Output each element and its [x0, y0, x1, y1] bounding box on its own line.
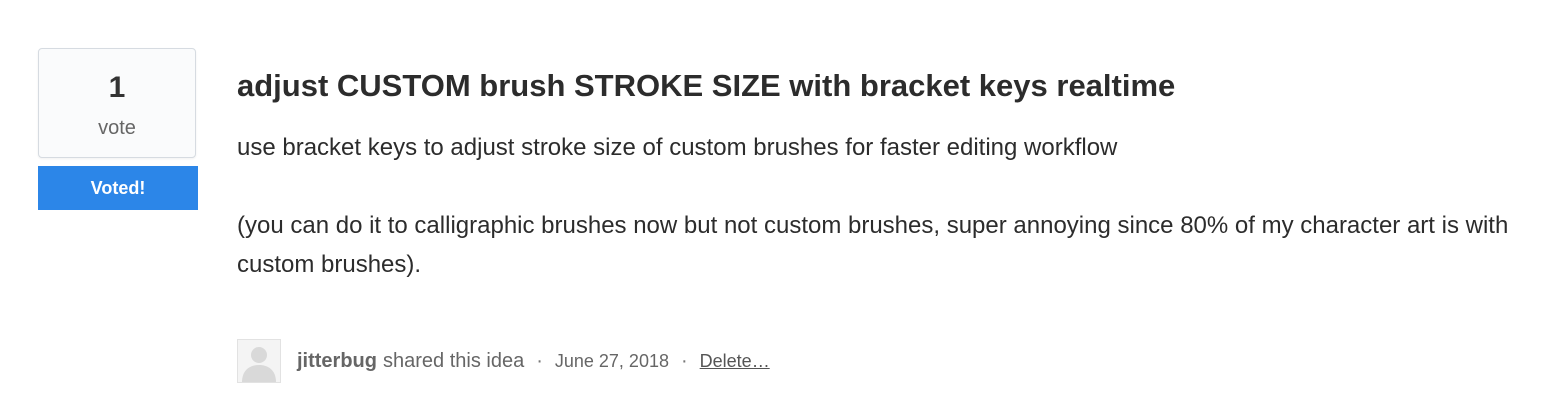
idea-title: adjust CUSTOM brush STROKE SIZE with bra… [237, 68, 1176, 103]
idea-description-paragraph: (you can do it to calligraphic brushes n… [237, 212, 1509, 278]
author-name[interactable]: jitterbug [297, 350, 377, 373]
idea-description-paragraph: use bracket keys to adjust stroke size o… [237, 134, 1118, 161]
shared-date: June 27, 2018 [554, 350, 669, 371]
default-user-avatar-icon[interactable] [237, 339, 281, 383]
shared-action-text: shared this idea [383, 349, 525, 372]
delete-link[interactable]: Delete… [700, 351, 770, 372]
vote-count-box: 1 vote [38, 48, 196, 158]
idea-description: use bracket keys to adjust stroke size o… [237, 128, 1527, 284]
vote-label: vote [98, 117, 136, 139]
voted-button[interactable]: Voted! [38, 166, 198, 210]
idea-meta: jitterbug shared this idea · June 27, 20… [237, 339, 770, 383]
vote-count: 1 [108, 71, 126, 104]
separator-dot: · [536, 349, 543, 372]
separator-dot: · [680, 349, 688, 372]
